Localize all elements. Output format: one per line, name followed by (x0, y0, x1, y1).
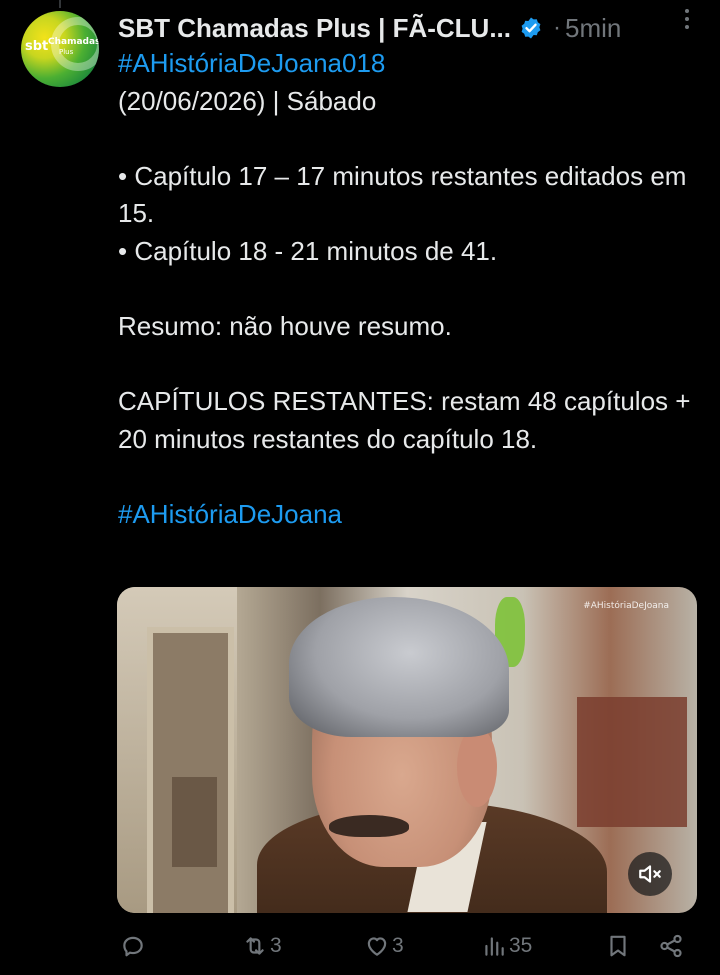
timestamp[interactable]: 5min (565, 13, 621, 44)
display-name[interactable]: SBT Chamadas Plus | FÃ-CLU... (118, 13, 511, 44)
avatar[interactable]: sbt Chamadas Plus (21, 11, 99, 87)
hashtag-link[interactable]: #AHistóriaDeJoana (118, 499, 342, 529)
tweet-text: #AHistóriaDeJoana018 (20/06/2026) | Sába… (118, 45, 698, 534)
reply-icon (123, 936, 143, 957)
avatar-logo-sbt: sbt (25, 39, 49, 54)
views-icon (485, 937, 504, 956)
avatar-logo-plus: Plus (59, 48, 74, 56)
retweet-button[interactable]: 3 (242, 928, 282, 964)
retweet-count: 3 (270, 934, 282, 957)
like-button[interactable]: 3 (364, 928, 404, 964)
thread-line (59, 0, 61, 8)
video-watermark: #AHistóriaDeJoana (583, 601, 669, 611)
separator-dot: · (553, 14, 561, 41)
retweet-icon (246, 937, 264, 955)
verified-badge-icon (521, 17, 541, 39)
scene-hair (289, 597, 509, 737)
video-media[interactable]: #AHistóriaDeJoana (117, 587, 697, 913)
scene-moustache (329, 815, 409, 837)
share-button[interactable] (658, 928, 684, 964)
more-options-icon[interactable] (682, 5, 692, 33)
bullet-line-1: • Capítulo 17 – 17 minutos restantes edi… (118, 160, 694, 229)
share-icon (660, 934, 682, 958)
like-count: 3 (392, 934, 404, 957)
views-button[interactable]: 35 (481, 928, 532, 964)
date-line: (20/06/2026) | Sábado (118, 85, 377, 116)
scene-ear (457, 727, 497, 807)
scene-window (577, 697, 687, 827)
summary-line: Resumo: não houve resumo. (118, 311, 452, 342)
heart-icon (367, 937, 387, 956)
reply-button[interactable] (120, 928, 146, 964)
scene-door-shadow (172, 777, 217, 867)
speaker-muted-icon (639, 865, 661, 883)
bookmark-button[interactable] (605, 928, 631, 964)
scene-doorframe (147, 627, 234, 913)
mute-button[interactable] (628, 852, 672, 896)
tweet-header: SBT Chamadas Plus | FÃ-CLU... · 5min (118, 9, 720, 47)
views-count: 35 (509, 934, 533, 957)
bookmark-icon (610, 935, 626, 957)
action-bar: 3 3 35 (118, 928, 698, 964)
remaining-line: CAPÍTULOS RESTANTES: restam 48 capítulos… (118, 386, 698, 454)
hashtag-link[interactable]: #AHistóriaDeJoana018 (118, 48, 385, 78)
avatar-logo-chamadas: Chamadas (48, 37, 99, 47)
bullet-line-2: • Capítulo 18 - 21 minutos de 41. (118, 235, 498, 266)
